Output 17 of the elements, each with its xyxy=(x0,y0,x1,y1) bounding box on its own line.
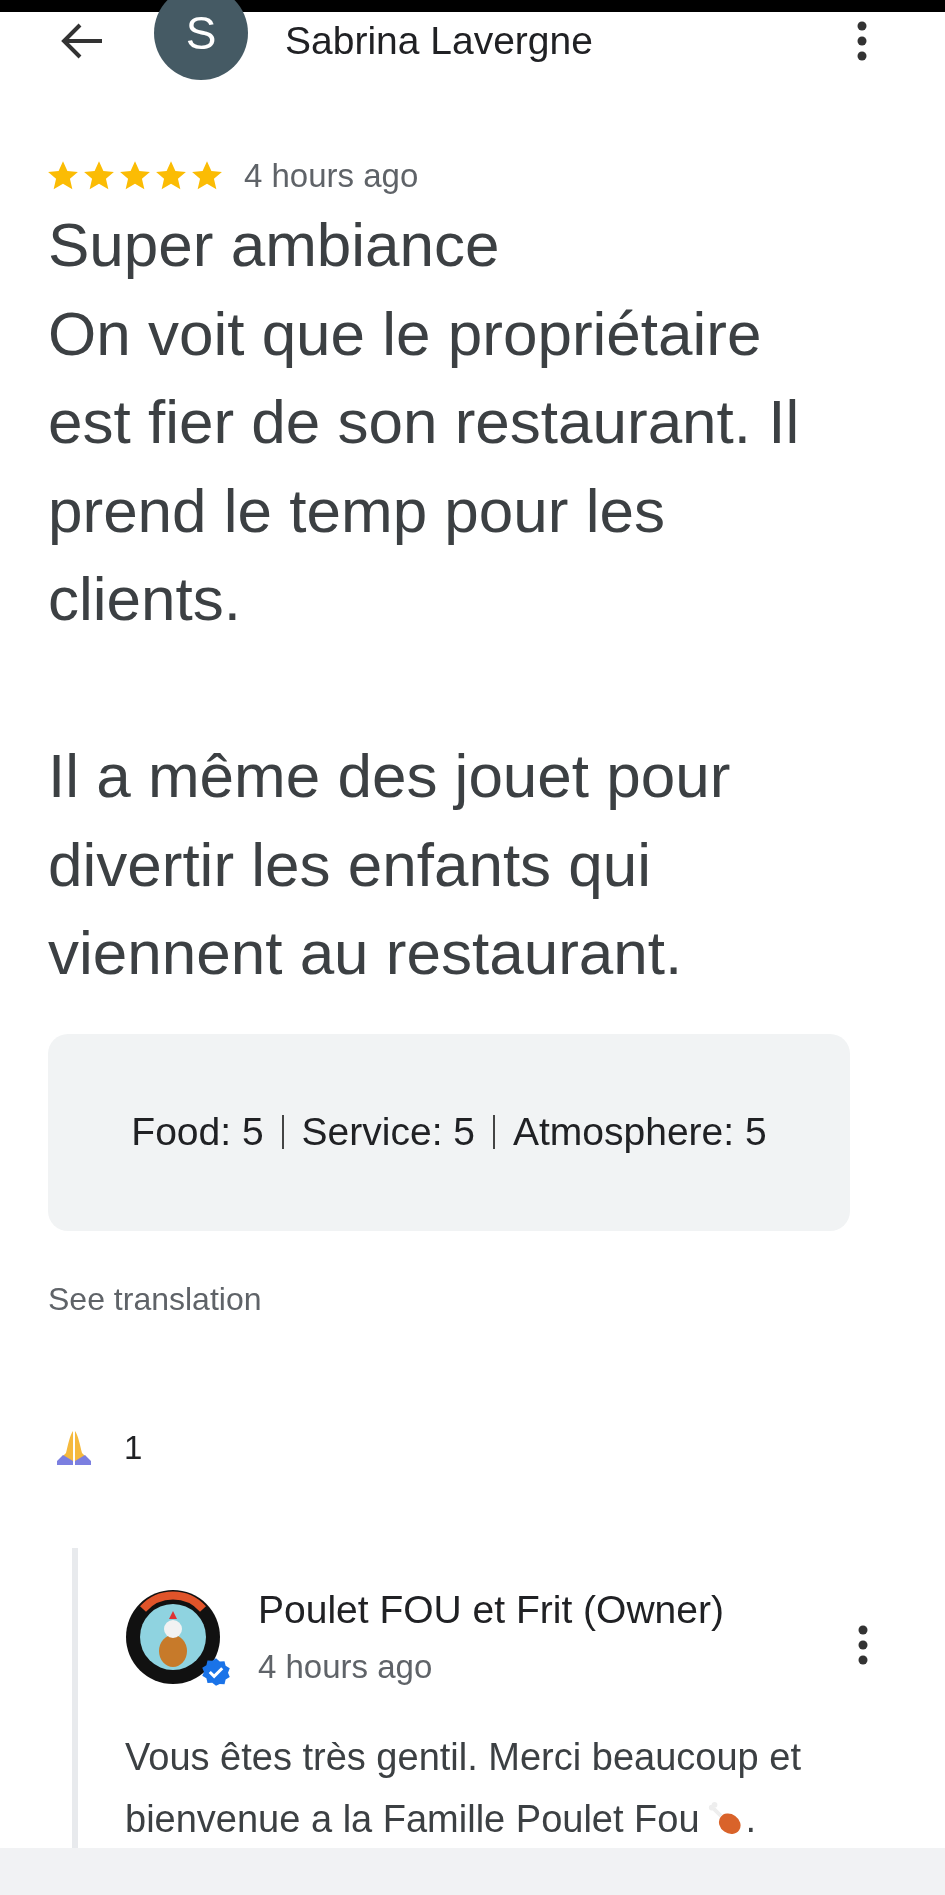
avatar: S xyxy=(154,0,248,80)
reply-text: Vous êtes très gentil. Merci beaucoup et xyxy=(125,1734,801,1780)
reply-time: 4 hours ago xyxy=(258,1647,434,1686)
owner-name: Poulet FOU et Frit (Owner) xyxy=(258,1587,724,1632)
rating-text: Service: 5 xyxy=(301,1110,475,1154)
review-text: Super ambiance On voit que le propriétaire est fier de son restaurant. Il prend le temp pour les clients. Il a même des jouet pour divertir les enfants qui viennent au restaurant. xyxy=(48,209,801,989)
review-time: 4 hours ago xyxy=(244,157,419,195)
reply-text-end: . xyxy=(745,1796,757,1842)
see-translation-link[interactable]: See translation xyxy=(48,1280,262,1318)
more-options-icon[interactable] xyxy=(857,20,867,61)
logo-icon xyxy=(125,1588,221,1685)
reaction-count: 1 xyxy=(124,1428,143,1467)
rating-text: Atmosphere: 5 xyxy=(513,1110,767,1154)
rating-text: Food: 5 xyxy=(131,1110,264,1154)
reviewer-name: Sabrina Lavergne xyxy=(285,18,593,63)
more-options-icon[interactable] xyxy=(858,1624,868,1665)
reply-text: bienvenue a la Famille Poulet Fou xyxy=(125,1796,700,1842)
